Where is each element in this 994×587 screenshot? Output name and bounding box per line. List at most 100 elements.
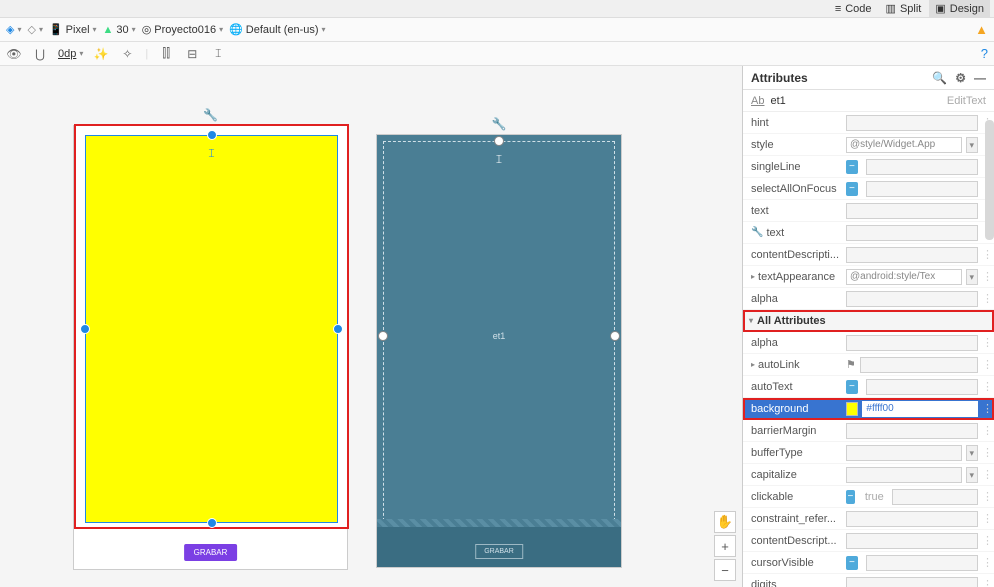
attr-value[interactable] <box>846 225 978 241</box>
attr-value[interactable] <box>846 181 978 197</box>
checkbox-indeterminate[interactable] <box>846 182 858 196</box>
more-icon[interactable]: ⋮ <box>982 424 986 437</box>
more-icon[interactable]: ⋮ <box>982 490 986 503</box>
attr-row-barrierMargin[interactable]: barrierMargin⋮ <box>743 420 994 442</box>
resize-handle-top[interactable] <box>207 130 217 140</box>
more-icon[interactable]: ⋮ <box>982 534 986 547</box>
attr-value[interactable] <box>846 555 978 571</box>
expand-icon[interactable]: ▸ <box>751 360 755 369</box>
more-icon[interactable]: ⋮ <box>982 292 986 305</box>
design-canvas[interactable]: 🔧 𝙸 GRABAR 🔧 𝙸 et1 <box>0 66 742 587</box>
attr-row-background[interactable]: background⋮ <box>743 398 994 420</box>
locale-selector[interactable]: 🌐 Default (en-us) ▾ <box>229 23 325 36</box>
attr-input[interactable] <box>846 115 978 131</box>
attr-value[interactable]: ▾ <box>846 445 978 461</box>
attr-input[interactable] <box>846 423 978 439</box>
attr-value[interactable] <box>846 533 978 549</box>
attr-value[interactable] <box>846 379 978 395</box>
attr-value[interactable] <box>846 203 978 219</box>
magnet-icon[interactable]: ⋃ <box>32 47 48 61</box>
tab-split[interactable]: ▥ Split <box>880 0 928 17</box>
tab-design[interactable]: ▣ Design <box>929 0 990 17</box>
margin-selector[interactable]: 0dp ▾ <box>58 48 83 60</box>
grabar-button-blueprint[interactable]: GRABAR <box>475 544 523 559</box>
view-options-icon[interactable]: 👁 <box>6 47 22 61</box>
theme-selector[interactable]: ◎ Proyecto016 ▾ <box>142 23 223 36</box>
resize-handle-top[interactable] <box>494 136 504 146</box>
attr-input[interactable] <box>862 401 978 417</box>
attr-input[interactable] <box>846 511 978 527</box>
attr-row-hint[interactable]: hint⋮ <box>743 112 994 134</box>
attr-row-contentDescripti-[interactable]: contentDescripti...⋮ <box>743 244 994 266</box>
edittext-et1[interactable]: 𝙸 <box>85 135 338 523</box>
attr-row-selectAllOnFocus[interactable]: selectAllOnFocus⋮ <box>743 178 994 200</box>
zoom-out-button[interactable]: − <box>714 559 736 581</box>
scrollbar[interactable] <box>985 120 994 240</box>
attr-value[interactable] <box>846 423 978 439</box>
more-icon[interactable]: ⋮ <box>982 556 986 569</box>
more-icon[interactable]: ⋮ <box>982 270 986 283</box>
attr-row-autoLink[interactable]: ▸autoLink⚑⋮ <box>743 354 994 376</box>
resize-handle-right[interactable] <box>333 324 343 334</box>
more-icon[interactable]: ⋮ <box>982 380 986 393</box>
resize-handle-left[interactable] <box>378 331 388 341</box>
dropdown-icon[interactable]: ▾ <box>966 445 978 461</box>
minimize-icon[interactable]: — <box>974 71 986 85</box>
align-icon[interactable]: ⫿⫿ <box>158 46 174 61</box>
clear-constraints-icon[interactable]: ✨ <box>93 47 109 61</box>
attr-row-alpha[interactable]: alpha⋮ <box>743 288 994 310</box>
attr-input[interactable] <box>846 533 978 549</box>
more-icon[interactable]: ⋮ <box>982 336 986 349</box>
attr-row-autoText[interactable]: autoText⋮ <box>743 376 994 398</box>
more-icon[interactable]: ⋮ <box>982 512 986 525</box>
attr-value[interactable]: ▾ <box>846 467 978 483</box>
warning-icon[interactable]: ▲ <box>975 22 988 37</box>
attr-input[interactable] <box>846 203 978 219</box>
attr-value[interactable] <box>846 577 978 587</box>
expand-icon[interactable]: ▸ <box>751 272 755 281</box>
attr-row-contentDescript-[interactable]: contentDescript...⋮ <box>743 530 994 552</box>
more-icon[interactable]: ⋮ <box>982 446 986 459</box>
grabar-button[interactable]: GRABAR <box>184 544 238 561</box>
attr-row-textAppearance[interactable]: ▸textAppearance▾⋮ <box>743 266 994 288</box>
checkbox-indeterminate[interactable] <box>846 490 855 504</box>
pack-icon[interactable]: ⊟ <box>184 47 200 61</box>
attr-row-capitalize[interactable]: capitalize▾⋮ <box>743 464 994 486</box>
infer-constraints-icon[interactable]: ✧ <box>119 47 135 61</box>
orientation-icon[interactable]: ◇▾ <box>27 23 42 36</box>
resize-handle-right[interactable] <box>610 331 620 341</box>
attr-value[interactable] <box>846 247 978 263</box>
guidelines-icon[interactable]: 𝙸 <box>210 46 226 61</box>
more-icon[interactable]: ⋮ <box>982 578 986 587</box>
more-icon[interactable]: ⋮ <box>982 402 986 415</box>
attr-input[interactable] <box>846 291 978 307</box>
attr-input[interactable] <box>846 247 978 263</box>
color-swatch[interactable] <box>846 402 858 416</box>
attr-value[interactable] <box>846 159 978 175</box>
more-icon[interactable]: ⋮ <box>982 468 986 481</box>
attr-input[interactable] <box>846 137 962 153</box>
more-icon[interactable]: ⋮ <box>982 358 986 371</box>
checkbox-indeterminate[interactable] <box>846 556 858 570</box>
device-selector[interactable]: 📱 Pixel ▾ <box>49 23 97 36</box>
attr-input[interactable] <box>892 489 978 505</box>
attr-row-alpha[interactable]: alpha⋮ <box>743 332 994 354</box>
more-icon[interactable]: ⋮ <box>982 248 986 261</box>
pan-button[interactable]: ✋ <box>714 511 736 533</box>
search-icon[interactable]: 🔍 <box>932 71 947 85</box>
attr-input[interactable] <box>846 577 978 587</box>
attr-input[interactable] <box>846 269 962 285</box>
attr-row-digits[interactable]: digits⋮ <box>743 574 994 587</box>
dropdown-icon[interactable]: ▾ <box>966 467 978 483</box>
attr-row-constraint_refer-[interactable]: constraint_refer...⋮ <box>743 508 994 530</box>
attr-value[interactable]: true <box>846 489 978 505</box>
attr-input[interactable] <box>846 225 978 241</box>
attr-value[interactable] <box>846 335 978 351</box>
attr-input[interactable] <box>846 467 962 483</box>
zoom-in-button[interactable]: + <box>714 535 736 557</box>
resize-handle-bottom[interactable] <box>207 518 217 528</box>
attr-value[interactable]: ⚑ <box>846 357 978 373</box>
attr-input[interactable] <box>866 181 978 197</box>
tab-code[interactable]: ≡ Code <box>829 1 878 17</box>
attr-row-style[interactable]: style▾⋮ <box>743 134 994 156</box>
